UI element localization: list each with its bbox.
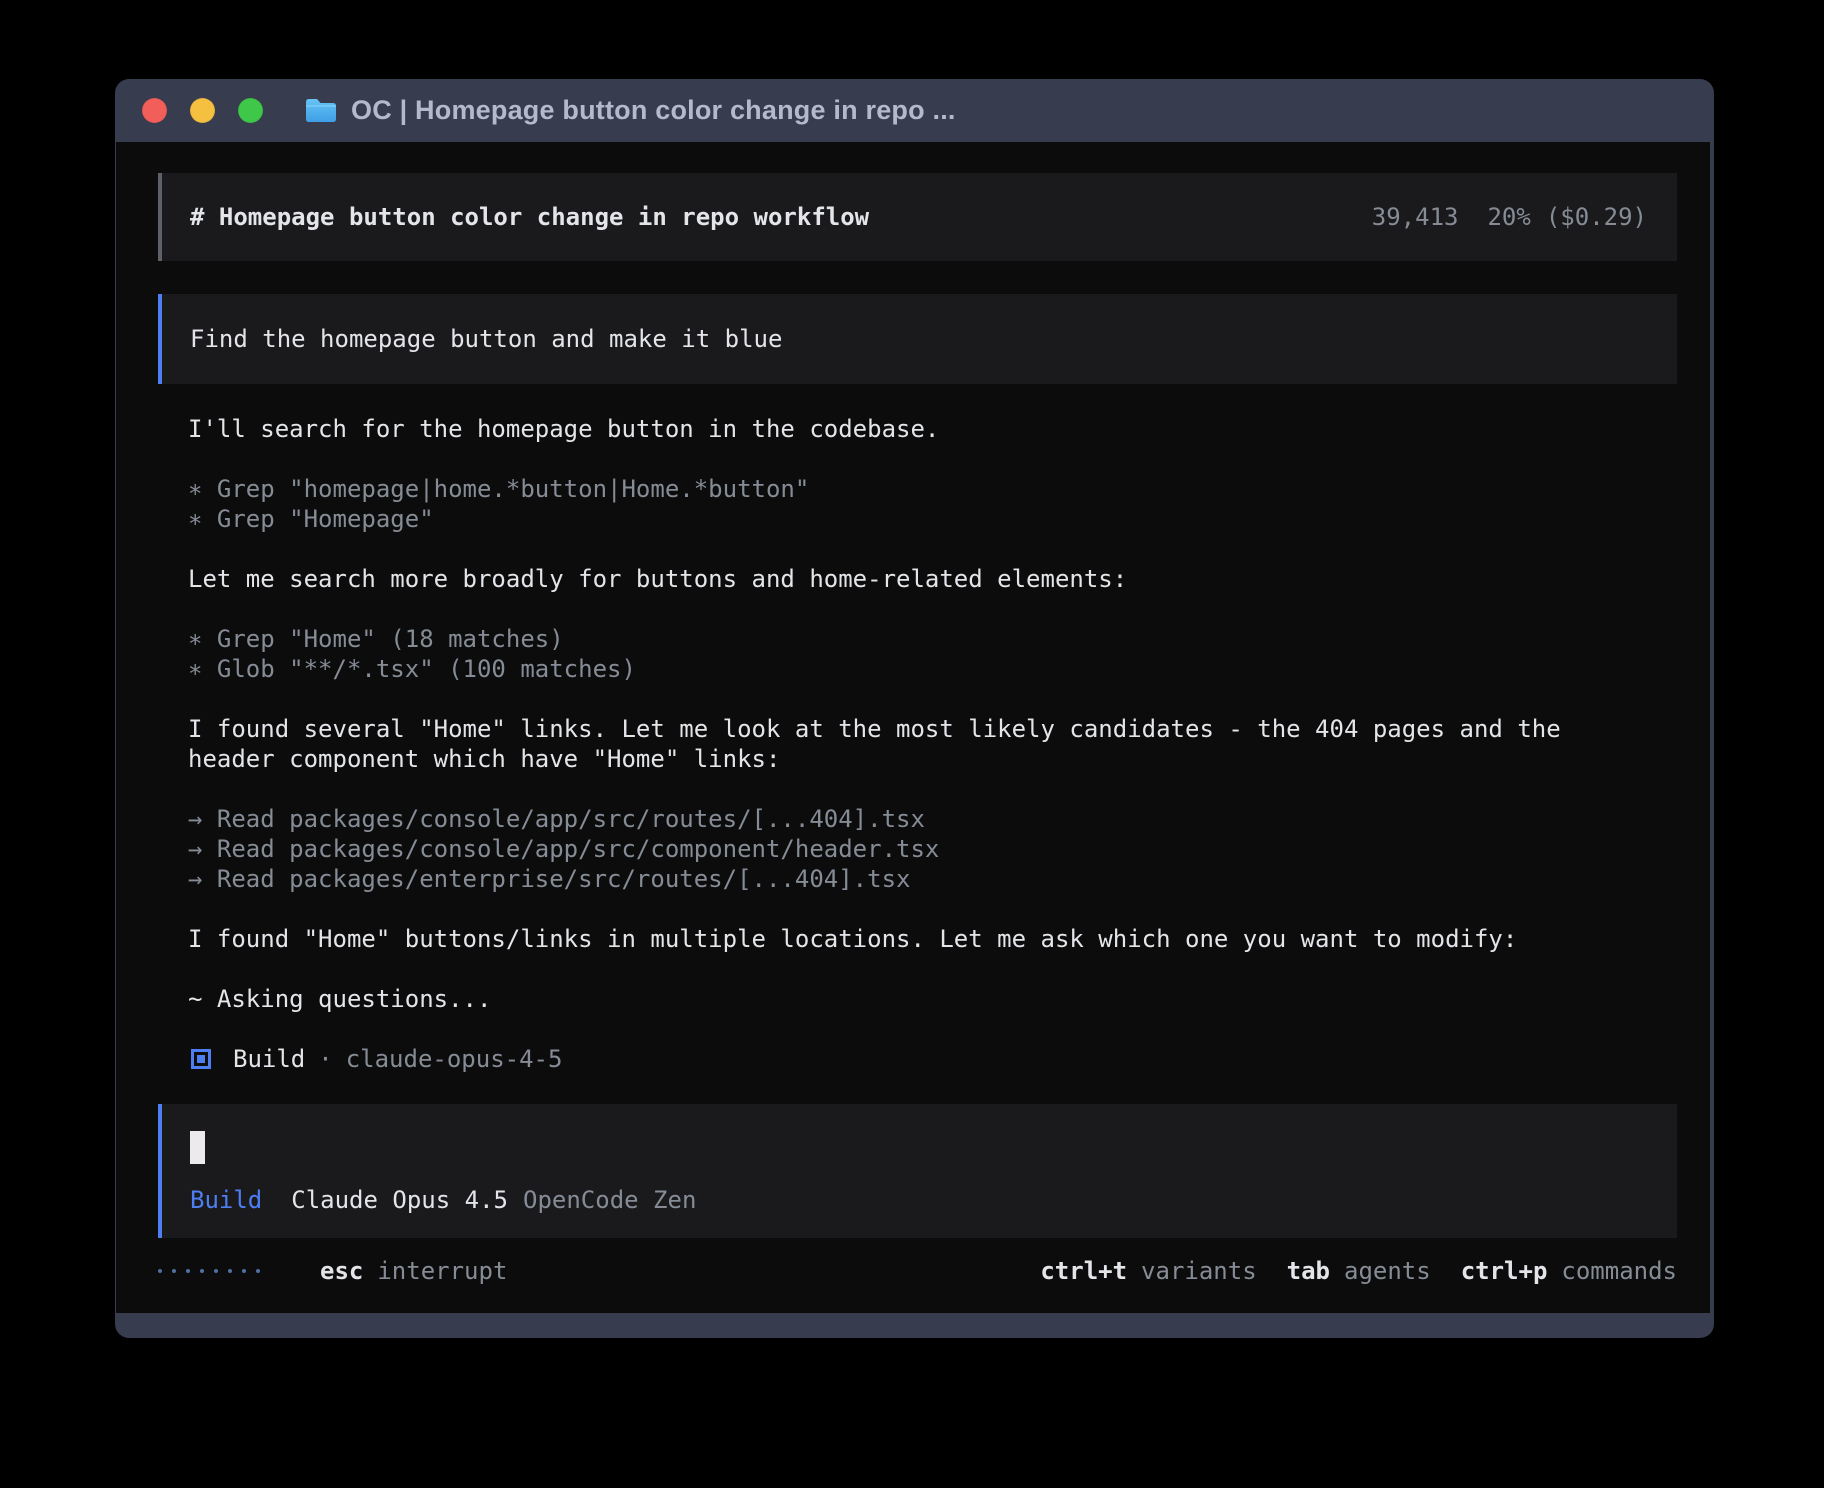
- zoom-button[interactable]: [238, 98, 263, 123]
- key-hint-agents: tab agents: [1287, 1256, 1431, 1286]
- key-combo: ctrl+t: [1040, 1256, 1127, 1286]
- key-action-label: agents: [1344, 1256, 1431, 1286]
- terminal-screen: # Homepage button color change in repo w…: [116, 142, 1710, 1313]
- key-hint-commands: ctrl+p commands: [1461, 1256, 1677, 1286]
- key-combo: esc: [320, 1256, 363, 1286]
- window-titlebar: OC | Homepage button color change in rep…: [115, 79, 1714, 142]
- session-title: # Homepage button color change in repo w…: [190, 202, 869, 232]
- folder-icon: [304, 97, 338, 124]
- transcript-line: [188, 444, 1677, 474]
- prompt-input[interactable]: Build Claude Opus 4.5 OpenCode Zen: [158, 1104, 1677, 1238]
- composer-agent-label: Build: [190, 1185, 262, 1215]
- transcript-line: [188, 954, 1677, 984]
- transcript-line: ∗ Glob "**/*.tsx" (100 matches): [188, 654, 1677, 684]
- transcript-line: → Read packages/console/app/src/routes/[…: [188, 804, 1677, 834]
- spinner-dot: [200, 1269, 204, 1273]
- session-cost: ($0.29): [1546, 202, 1647, 232]
- agent-separator: ·: [318, 1044, 332, 1074]
- transcript-line: ∗ Grep "Home" (18 matches): [188, 624, 1677, 654]
- status-bar-left: esc interrupt: [158, 1256, 507, 1286]
- transcript-line: [188, 1014, 1677, 1044]
- agent-square-icon: [191, 1049, 211, 1069]
- spinner-dot: [186, 1269, 190, 1273]
- user-message-text: Find the homepage button and make it blu…: [190, 324, 782, 354]
- transcript-line: header component which have "Home" links…: [188, 744, 1677, 774]
- terminal-window: OC | Homepage button color change in rep…: [115, 79, 1714, 1338]
- session-stats: 39,413 20% ($0.29): [1372, 202, 1647, 232]
- transcript-line: → Read packages/enterprise/src/routes/[.…: [188, 864, 1677, 894]
- text-cursor: [190, 1131, 205, 1164]
- status-bar: escinterrupt ctrl+tvariantstabagentsctrl…: [158, 1256, 1677, 1286]
- spinner-dot: [158, 1269, 162, 1273]
- minimize-button[interactable]: [190, 98, 215, 123]
- assistant-transcript: I'll search for the homepage button in t…: [188, 414, 1677, 1074]
- agent-model: claude-opus-4-5: [346, 1044, 563, 1074]
- key-action-label: variants: [1141, 1256, 1257, 1286]
- composer-provider-label: OpenCode Zen: [523, 1185, 696, 1215]
- desktop: { "colors": { "accent_blue": "#4d7ef2", …: [0, 0, 1824, 1488]
- transcript-line: [188, 774, 1677, 804]
- transcript-line: I'll search for the homepage button in t…: [188, 414, 1677, 444]
- agent-status-row: Build · claude-opus-4-5: [188, 1044, 1677, 1074]
- key-combo: ctrl+p: [1461, 1256, 1548, 1286]
- transcript-line: I found "Home" buttons/links in multiple…: [188, 924, 1677, 954]
- key-combo: tab: [1287, 1256, 1330, 1286]
- token-count: 39,413: [1372, 202, 1459, 232]
- transcript-line: [188, 534, 1677, 564]
- close-button[interactable]: [142, 98, 167, 123]
- user-message: Find the homepage button and make it blu…: [158, 294, 1677, 384]
- transcript-line: [188, 684, 1677, 714]
- context-percent: 20%: [1487, 202, 1530, 232]
- key-action-label: interrupt: [377, 1256, 507, 1286]
- transcript-line: ∗ Grep "homepage|home.*button|Home.*butt…: [188, 474, 1677, 504]
- spinner-dots: [158, 1269, 270, 1273]
- key-action-label: commands: [1561, 1256, 1677, 1286]
- transcript-line: [188, 594, 1677, 624]
- right-key-hints: ctrl+t variants tab agents ctrl+p commands: [1010, 1256, 1677, 1286]
- transcript-line: [188, 894, 1677, 924]
- transcript-line: ∗ Grep "Homepage": [188, 504, 1677, 534]
- key-hint-variants: ctrl+t variants: [1040, 1256, 1256, 1286]
- agent-name: Build: [233, 1044, 305, 1074]
- session-header: # Homepage button color change in repo w…: [158, 173, 1677, 261]
- transcript-line: I found several "Home" links. Let me loo…: [188, 714, 1677, 744]
- spinner-dot: [228, 1269, 232, 1273]
- spinner-dot: [242, 1269, 246, 1273]
- transcript-line: ~ Asking questions...: [188, 984, 1677, 1014]
- spinner-dot: [172, 1269, 176, 1273]
- composer-meta: Build Claude Opus 4.5 OpenCode Zen: [190, 1185, 1677, 1215]
- transcript-lines: I'll search for the homepage button in t…: [188, 414, 1677, 1044]
- spinner-dot: [256, 1269, 260, 1273]
- key-hint-interrupt: esc interrupt: [320, 1256, 507, 1286]
- spinner-dot: [214, 1269, 218, 1273]
- window-title: OC | Homepage button color change in rep…: [351, 95, 956, 126]
- left-key-hints: esc interrupt: [320, 1256, 507, 1286]
- transcript-line: → Read packages/console/app/src/componen…: [188, 834, 1677, 864]
- transcript-line: Let me search more broadly for buttons a…: [188, 564, 1677, 594]
- composer-model-label: Claude Opus 4.5: [291, 1185, 508, 1215]
